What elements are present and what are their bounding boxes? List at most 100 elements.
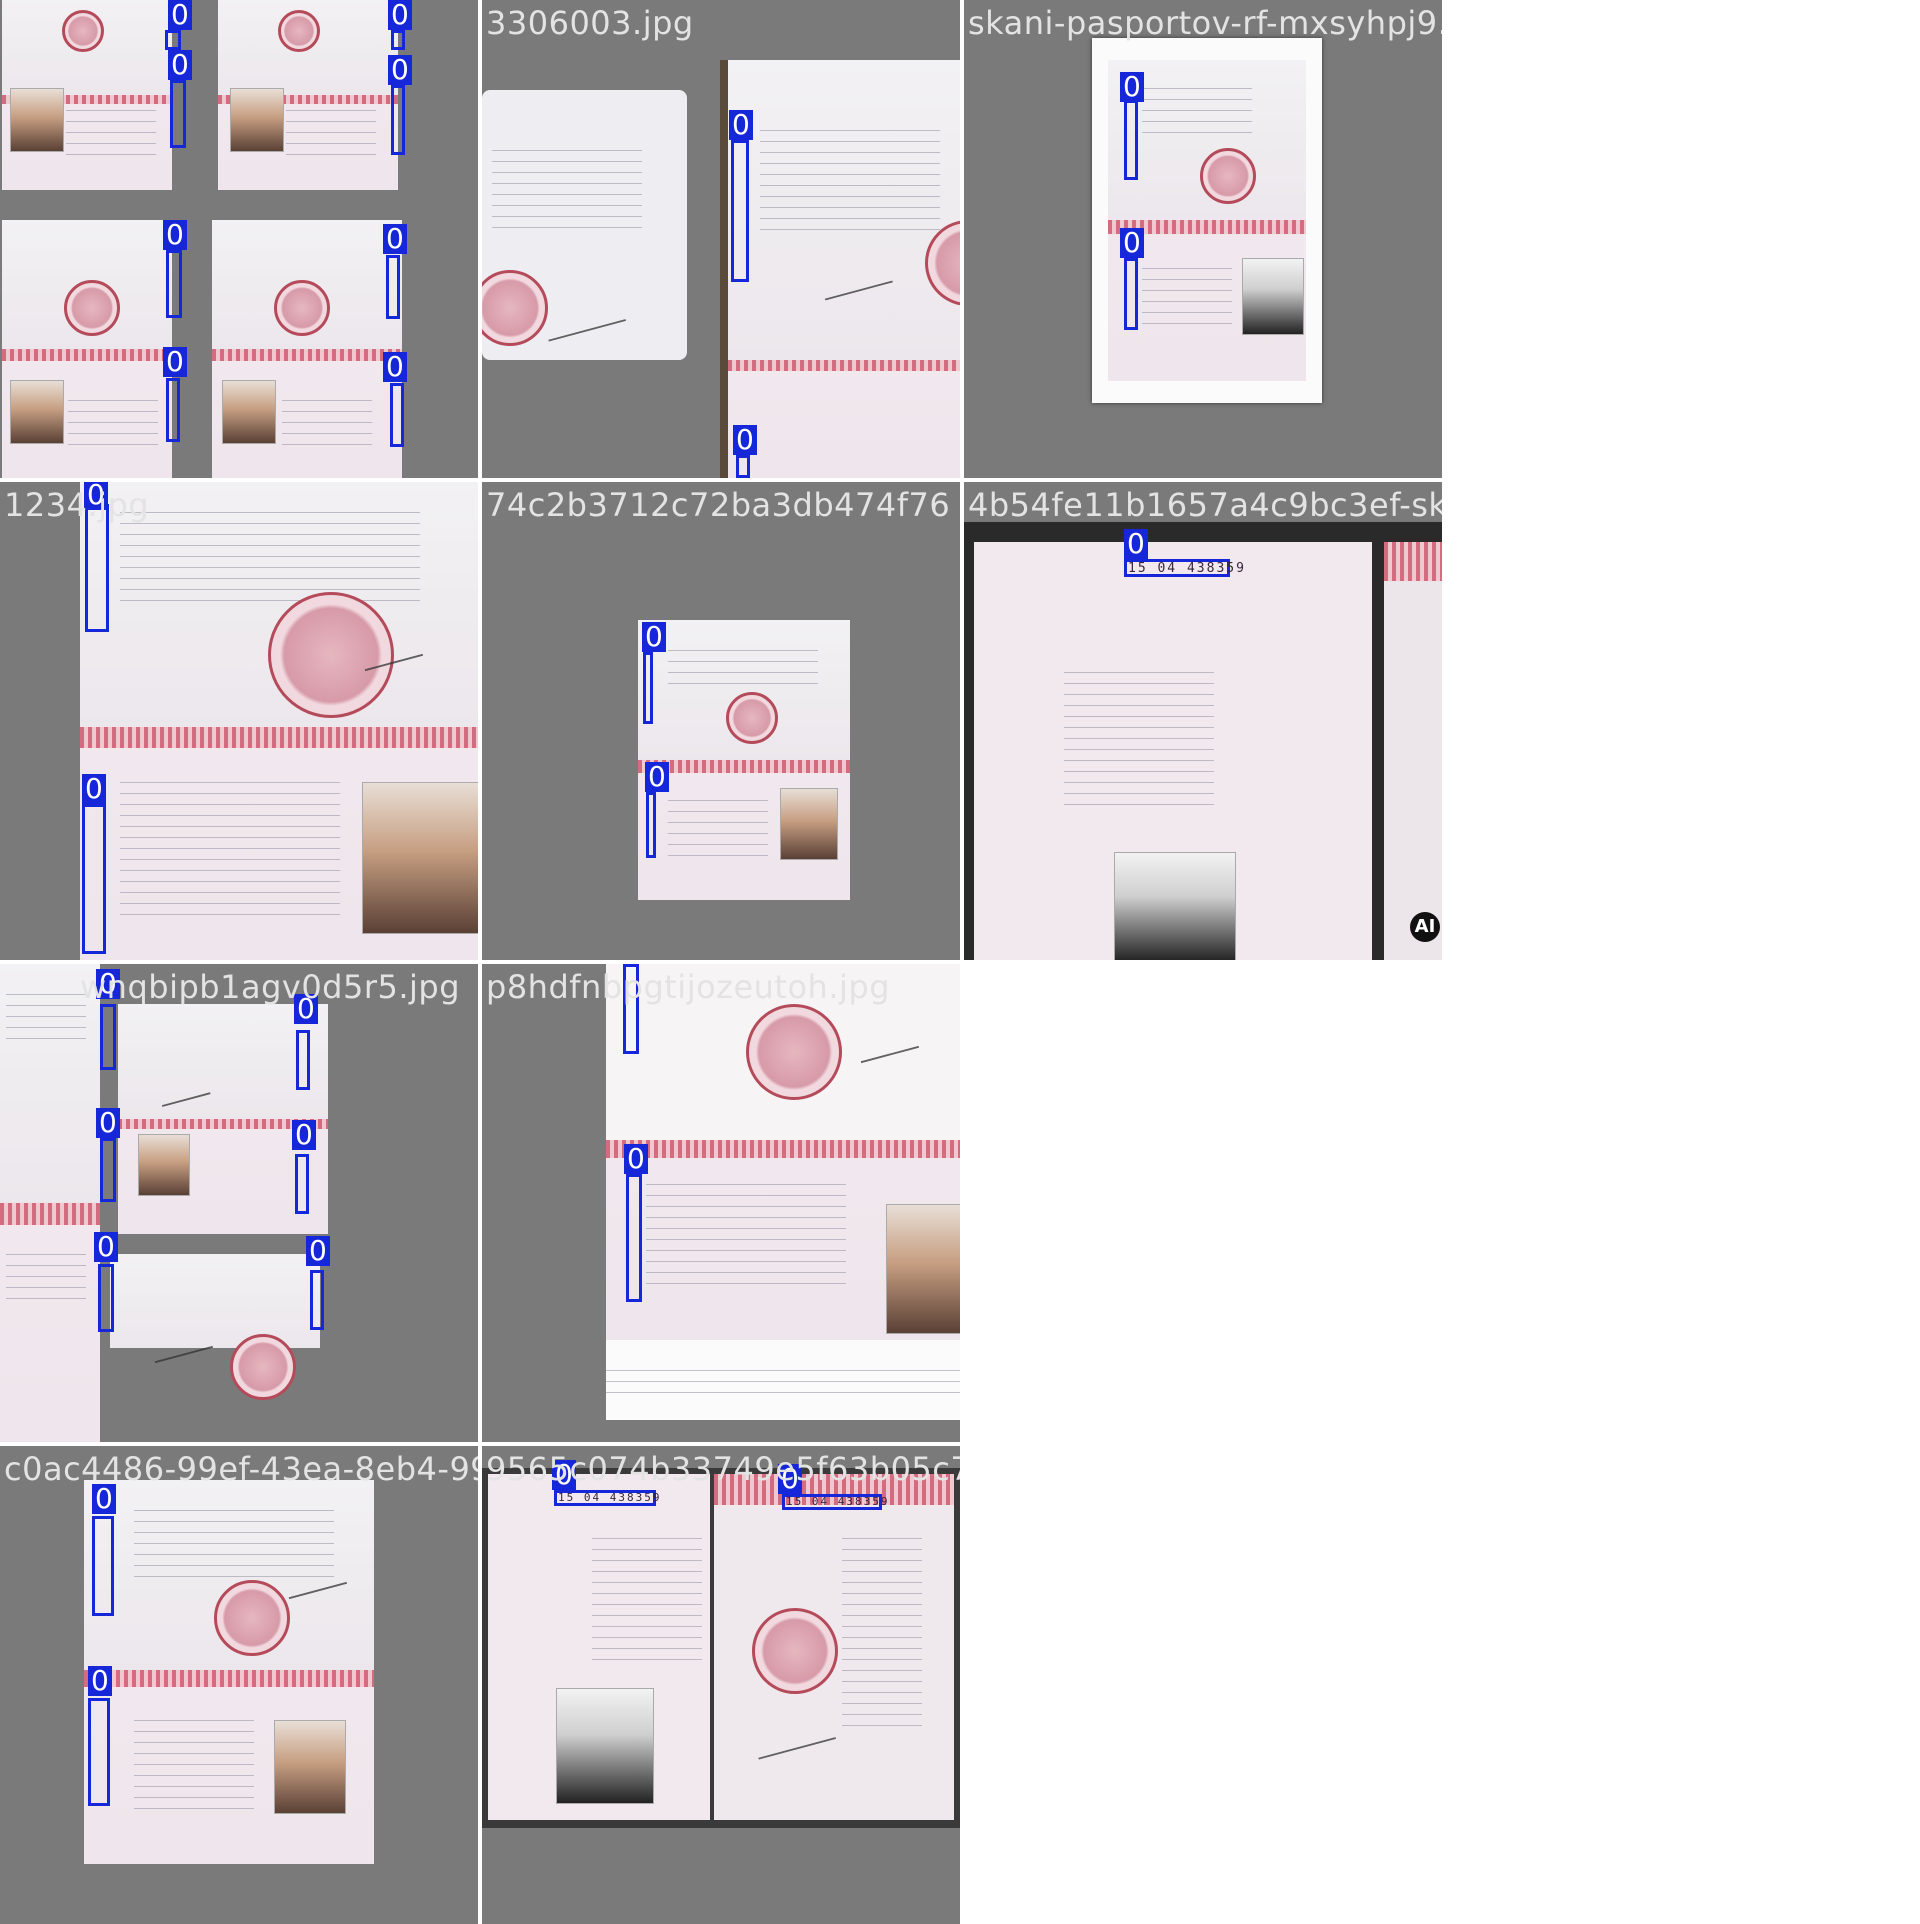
passport-photo — [556, 1688, 654, 1804]
signature — [537, 280, 627, 342]
text-lines — [842, 1528, 922, 1728]
detection-label: 0 — [96, 1108, 120, 1138]
passport-stamp — [726, 692, 778, 744]
text-lines — [120, 772, 340, 922]
passport-photo — [1242, 258, 1304, 335]
passport-photo — [362, 782, 478, 934]
detection-box — [100, 1138, 116, 1202]
tile-4: 1234.jpg 0 0 — [0, 482, 478, 960]
passport-photo — [886, 1204, 960, 1334]
passport-stamp — [274, 280, 330, 336]
detection-label: 0 — [1120, 228, 1144, 258]
text-lines — [68, 390, 158, 445]
text-lines — [134, 1710, 254, 1810]
tile-8: p8hdfnbpgtijozeutoh.jpg 0 0 — [482, 964, 960, 1442]
detection-label: 0 — [388, 0, 412, 30]
detection-label: 0 — [383, 224, 407, 254]
passport-photo — [274, 1720, 346, 1814]
tile-7: wnqbipb1agv0d5r5.jpg 0 0 0 0 0 0 — [0, 964, 478, 1442]
passport-stamp — [214, 1580, 290, 1656]
detection-label: 0 — [1124, 529, 1148, 559]
passport-stamp — [1200, 148, 1256, 204]
passport-scan — [110, 1254, 320, 1442]
detection-label: 0 — [306, 1236, 330, 1266]
text-lines — [646, 1174, 846, 1294]
passport-scan — [0, 964, 100, 1442]
tile-6: 4b54fe11b1657a4c9bc3ef-skan-pasporta-na-… — [964, 482, 1442, 960]
passport-page — [1384, 542, 1442, 960]
detection-box — [98, 1264, 114, 1332]
detection-box — [731, 140, 749, 282]
text-lines — [606, 1360, 960, 1400]
detection-label: 0 — [163, 220, 187, 250]
mosaic-grid: 0 0 0 0 0 0 0 0 3306003.jpg 0 0 skani-pa… — [0, 0, 1920, 1924]
detection-box — [626, 1174, 642, 1302]
detection-box — [296, 1030, 310, 1090]
passport-number: 15 04 438359 — [786, 1495, 890, 1508]
passport-stamp — [230, 1334, 296, 1400]
passport-number: 15 04 438359 — [1128, 561, 1246, 576]
text-lines — [760, 120, 940, 240]
passport-page — [110, 1254, 320, 1348]
tile-title: 9565c074b33749e5f63b05c7e1c4a5d44f.jpg — [486, 1450, 960, 1488]
passport-number: 15 04 438359 — [558, 1491, 662, 1504]
passport-stamp — [482, 270, 548, 346]
detection-label: 0 — [168, 0, 192, 30]
detection-label: 0 — [88, 1666, 112, 1696]
passport-photo — [1114, 852, 1236, 960]
text-lines — [1142, 258, 1232, 328]
detection-box — [88, 1698, 110, 1806]
detection-label: 0 — [92, 1484, 116, 1514]
tile-2: 3306003.jpg 0 0 — [482, 0, 960, 478]
detection-box — [1124, 258, 1138, 330]
detection-box — [92, 1516, 114, 1616]
passport-scan — [964, 522, 1442, 960]
detection-box — [295, 1154, 309, 1214]
detection-label: 0 — [82, 774, 106, 804]
detection-label: 0 — [292, 1120, 316, 1150]
tile-title: 74c2b3712c72ba3db474f76 — [486, 486, 951, 524]
passport-photo — [138, 1134, 190, 1196]
passport-photo — [10, 380, 64, 444]
passport-scan — [212, 220, 402, 478]
text-lines — [1064, 662, 1214, 812]
passport-scan — [720, 60, 960, 478]
watermark-logo: AI — [1410, 912, 1440, 942]
text-lines — [1142, 78, 1252, 138]
detection-box — [1124, 100, 1138, 180]
detection-box — [736, 455, 750, 478]
passport-photo — [10, 88, 64, 152]
text-lines — [592, 1528, 702, 1668]
detection-label: 0 — [642, 622, 666, 652]
passport-scan — [606, 964, 960, 1420]
detection-box — [170, 80, 186, 148]
passport-scan — [218, 0, 398, 190]
passport-stamp — [752, 1608, 838, 1694]
text-lines — [6, 1244, 86, 1304]
passport-stamp — [62, 10, 104, 52]
tile-10: 9565c074b33749e5f63b05c7e1c4a5d44f.jpg 1… — [482, 1446, 960, 1924]
tile-9: c0ac4486-99ef-43ea-8eb4-99 0 0 — [0, 1446, 478, 1924]
passport-scan — [482, 1468, 960, 1828]
text-lines — [668, 640, 818, 690]
text-lines — [286, 100, 376, 155]
tile-1: 0 0 0 0 0 0 0 0 — [0, 0, 478, 478]
detection-box — [391, 85, 405, 155]
detection-label: 0 — [624, 1144, 648, 1174]
tile-title: wnqbipb1agv0d5r5.jpg — [80, 968, 461, 1006]
passport-page — [728, 360, 960, 478]
detection-box — [386, 255, 400, 319]
detection-label: 0 — [94, 1232, 118, 1262]
detection-label: 0 — [388, 55, 412, 85]
text-lines — [66, 100, 156, 155]
passport-photo — [222, 380, 276, 444]
tile-5: 74c2b3712c72ba3db474f76 0 0 — [482, 482, 960, 960]
text-lines — [668, 790, 768, 860]
tile-title: 1234.jpg — [4, 486, 150, 524]
detection-label: 0 — [733, 425, 757, 455]
detection-label: 0 — [168, 50, 192, 80]
passport-stamp — [278, 10, 320, 52]
detection-box — [643, 652, 653, 724]
detection-box — [391, 30, 405, 50]
detection-box — [390, 383, 404, 447]
